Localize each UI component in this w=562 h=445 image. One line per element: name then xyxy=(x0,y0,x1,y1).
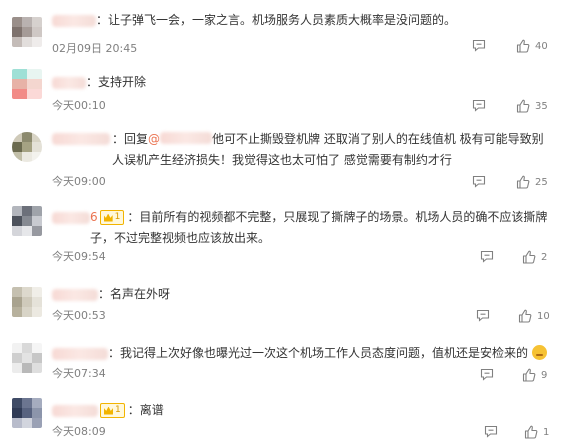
like-button[interactable]: 2 xyxy=(522,250,547,264)
avatar[interactable] xyxy=(12,343,42,373)
comment-time: 今天07:34 xyxy=(52,367,106,380)
like-count: 40 xyxy=(535,40,548,52)
reply-icon xyxy=(480,368,494,381)
reply-button[interactable] xyxy=(472,175,486,188)
comment-item: 1 ：离谱 今天08:09 1 xyxy=(0,390,562,445)
comment-time: 今天09:00 xyxy=(52,175,106,188)
avatar[interactable] xyxy=(12,398,42,428)
reply-button[interactable] xyxy=(480,368,494,381)
reply-button[interactable] xyxy=(472,39,486,52)
thumb-up-icon xyxy=(522,368,536,382)
avatar[interactable] xyxy=(12,132,42,162)
comment-time: 02月09日 20:45 xyxy=(52,42,138,55)
avatar[interactable] xyxy=(12,17,42,47)
username-suffix[interactable]: 6 xyxy=(90,210,98,224)
like-count: 10 xyxy=(537,310,550,322)
like-count: 2 xyxy=(541,251,548,263)
comment-item: ：让子弹飞一会，一家之言。机场服务人员素质大概率是没问题的。 02月09日 20… xyxy=(0,0,562,58)
sweat-smile-emoji xyxy=(531,345,547,360)
comment-time: 今天09:54 xyxy=(52,250,106,263)
reply-icon xyxy=(480,250,494,263)
thumb-up-icon xyxy=(516,175,530,189)
reply-icon xyxy=(472,99,486,112)
crown-icon xyxy=(104,406,113,415)
comment-item: ：回复@ 他可不止撕毁登机牌 还取消了别人的在线值机 极有可能导致别人误机产生经济… xyxy=(0,118,562,198)
like-button[interactable]: 1 xyxy=(524,425,549,439)
avatar[interactable] xyxy=(12,287,42,317)
thumb-up-icon xyxy=(516,39,530,53)
thumb-up-icon xyxy=(522,250,536,264)
username-redacted[interactable] xyxy=(52,15,96,27)
comment-text: ：回复@ 他可不止撕毁登机牌 还取消了别人的在线值机 极有可能导致别人误机产生经济… xyxy=(112,132,544,167)
like-button[interactable]: 40 xyxy=(516,39,548,53)
username-redacted[interactable] xyxy=(160,132,213,144)
reply-mention[interactable]: @ xyxy=(148,132,160,146)
reply-button[interactable] xyxy=(480,250,494,263)
thumb-up-icon xyxy=(516,99,530,113)
comment-text: ：支持开除 xyxy=(86,75,147,89)
like-button[interactable]: 25 xyxy=(516,175,548,189)
comment-item: ：我记得上次好像也曝光过一次这个机场工作人员态度问题，值机还是安检来的 今天07… xyxy=(0,328,562,390)
reply-button[interactable] xyxy=(472,99,486,112)
reply-icon xyxy=(472,39,486,52)
comment-item: 6 1 ：目前所有的视频都不完整，只展现了撕牌子的场景。机场人员的确不应该撕牌子，不… xyxy=(0,198,562,270)
like-count: 9 xyxy=(541,369,548,381)
like-button[interactable]: 10 xyxy=(518,309,550,323)
username-redacted[interactable] xyxy=(52,348,108,360)
username-redacted[interactable] xyxy=(52,77,86,89)
avatar[interactable] xyxy=(12,69,42,99)
username-redacted[interactable] xyxy=(52,405,98,417)
like-count: 35 xyxy=(535,100,548,112)
reply-icon xyxy=(472,175,486,188)
comment-item: ：支持开除 今天00:10 35 xyxy=(0,58,562,118)
comment-time: 今天00:53 xyxy=(52,309,106,322)
comment-time: 今天00:10 xyxy=(52,99,106,112)
comment-item: ：名声在外呀 今天00:53 10 xyxy=(0,270,562,328)
comment-text: ：我记得上次好像也曝光过一次这个机场工作人员态度问题，值机还是安检来的 xyxy=(108,343,562,364)
username-redacted[interactable] xyxy=(52,133,110,145)
thumb-up-icon xyxy=(524,425,538,439)
like-button[interactable]: 35 xyxy=(516,99,548,113)
comment-text: ：名声在外呀 xyxy=(98,287,171,301)
comment-time: 今天08:09 xyxy=(52,425,106,438)
like-count: 1 xyxy=(543,426,550,438)
like-button[interactable]: 9 xyxy=(522,368,547,382)
reply-button[interactable] xyxy=(484,425,498,438)
username-redacted[interactable] xyxy=(52,212,90,224)
comment-text: ：让子弹飞一会，一家之言。机场服务人员素质大概率是没问题的。 xyxy=(96,13,457,27)
crown-icon xyxy=(103,213,113,222)
avatar[interactable] xyxy=(12,206,42,236)
reply-button[interactable] xyxy=(476,309,490,322)
membership-badge[interactable]: 1 xyxy=(100,403,125,418)
comment-text: 6 1 ：目前所有的视频都不完整，只展现了撕牌子的场景。机场人员的确不应该撕牌子，不… xyxy=(90,210,548,245)
username-redacted[interactable] xyxy=(52,289,98,301)
membership-badge[interactable]: 1 xyxy=(99,210,125,225)
comment-text: 1 ：离谱 xyxy=(98,400,562,421)
reply-icon xyxy=(484,425,498,438)
reply-icon xyxy=(476,309,490,322)
like-count: 25 xyxy=(535,176,548,188)
thumb-up-icon xyxy=(518,309,532,323)
